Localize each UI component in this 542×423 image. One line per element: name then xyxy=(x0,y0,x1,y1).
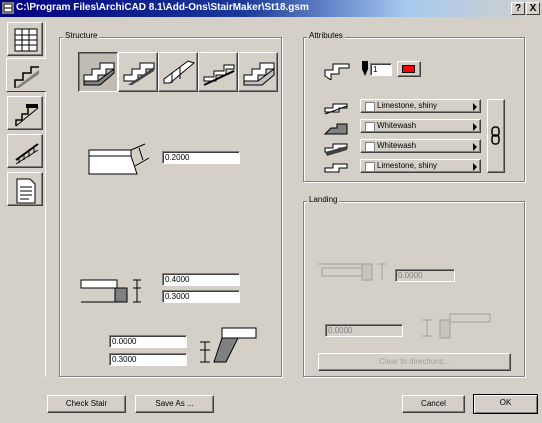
clear-to-directions-button[interactable]: Clear to directions... xyxy=(318,353,511,371)
material-2-icon xyxy=(323,123,348,135)
stair-type-4-icon xyxy=(203,64,235,86)
railing-icon xyxy=(15,143,39,165)
tab-settings[interactable] xyxy=(7,22,43,56)
material-3-checkbox[interactable] xyxy=(365,142,375,152)
chain-link-icon xyxy=(491,126,500,145)
chevron-right-icon xyxy=(473,163,477,171)
attributes-label: Attributes xyxy=(307,31,345,40)
close-button[interactable]: X xyxy=(526,2,540,15)
material-4-label: Limestone, shiny xyxy=(377,161,438,170)
stair-pen-icon xyxy=(324,63,350,80)
riser-field-b[interactable]: 0.3000 xyxy=(162,290,240,303)
stair-profile-icon xyxy=(14,66,39,88)
pen-icon xyxy=(362,61,368,76)
table-icon xyxy=(14,28,38,52)
material-3-label: Whitewash xyxy=(377,141,417,150)
material-1-label: Limestone, shiny xyxy=(377,101,438,110)
material-4-icon xyxy=(324,163,348,173)
stair-type-3-icon xyxy=(163,60,196,84)
landing-icon xyxy=(15,104,39,127)
material-4-dropdown[interactable]: Limestone, shiny xyxy=(360,159,481,173)
stair-type-3-button[interactable] xyxy=(158,52,198,92)
title-bar: C:\Program Files\ArchiCAD 8.1\Add-Ons\St… xyxy=(0,0,542,17)
chevron-right-icon xyxy=(473,103,477,111)
nosing-field[interactable]: 0.2000 xyxy=(162,151,240,164)
stair-type-2-icon xyxy=(123,62,155,85)
stair-type-2-button[interactable] xyxy=(118,52,158,92)
landing-field-a[interactable]: 0.0000 xyxy=(395,269,455,282)
stair-type-5-button[interactable] xyxy=(238,52,278,92)
pen-color-button[interactable] xyxy=(397,61,421,77)
save-as-button[interactable]: Save As ... xyxy=(135,395,214,413)
material-3-dropdown[interactable]: Whitewash xyxy=(360,139,481,153)
check-stair-button[interactable]: Check Stair xyxy=(47,395,126,413)
stair-type-5-icon xyxy=(243,62,275,86)
landing-diagram-a xyxy=(318,263,386,281)
tab-railing[interactable] xyxy=(7,134,43,168)
ok-button[interactable]: OK xyxy=(473,394,538,414)
material-1-dropdown[interactable]: Limestone, shiny xyxy=(360,99,481,113)
nosing-diagram xyxy=(88,143,150,175)
chevron-right-icon xyxy=(473,143,477,151)
riser-diagram xyxy=(80,279,141,303)
stair-type-1-icon xyxy=(83,62,115,86)
material-1-checkbox[interactable] xyxy=(365,102,375,112)
material-1-icon xyxy=(324,103,348,115)
stair-type-1-button[interactable] xyxy=(78,52,118,92)
material-2-checkbox[interactable] xyxy=(365,122,375,132)
structure-label: Structure xyxy=(63,31,100,40)
landing-diagram-b xyxy=(422,313,491,339)
app-icon xyxy=(2,2,14,14)
tab-listing[interactable] xyxy=(7,172,43,206)
material-4-checkbox[interactable] xyxy=(365,162,375,172)
stringer-field-a[interactable]: 0.0000 xyxy=(109,335,187,348)
material-3-icon xyxy=(324,143,348,156)
chevron-right-icon xyxy=(473,123,477,131)
pen-field[interactable]: 1 xyxy=(370,63,392,76)
material-2-label: Whitewash xyxy=(377,121,417,130)
window-title: C:\Program Files\ArchiCAD 8.1\Add-Ons\St… xyxy=(16,2,309,13)
link-materials-button[interactable] xyxy=(487,99,505,173)
pen-color-swatch xyxy=(402,65,415,73)
stringer-diagram xyxy=(200,327,257,363)
material-2-dropdown[interactable]: Whitewash xyxy=(360,119,481,133)
stair-type-4-button[interactable] xyxy=(198,52,238,92)
tab-structure[interactable] xyxy=(6,58,46,92)
stringer-field-b[interactable]: 0.3000 xyxy=(109,353,187,366)
riser-field-a[interactable]: 0.4000 xyxy=(162,273,240,286)
landing-field-b[interactable]: 0.0000 xyxy=(325,324,403,337)
cancel-button[interactable]: Cancel xyxy=(402,395,465,413)
help-button[interactable]: ? xyxy=(511,2,525,15)
landing-label: Landing xyxy=(307,195,340,204)
tab-landing[interactable] xyxy=(7,96,43,130)
document-icon xyxy=(16,178,36,204)
